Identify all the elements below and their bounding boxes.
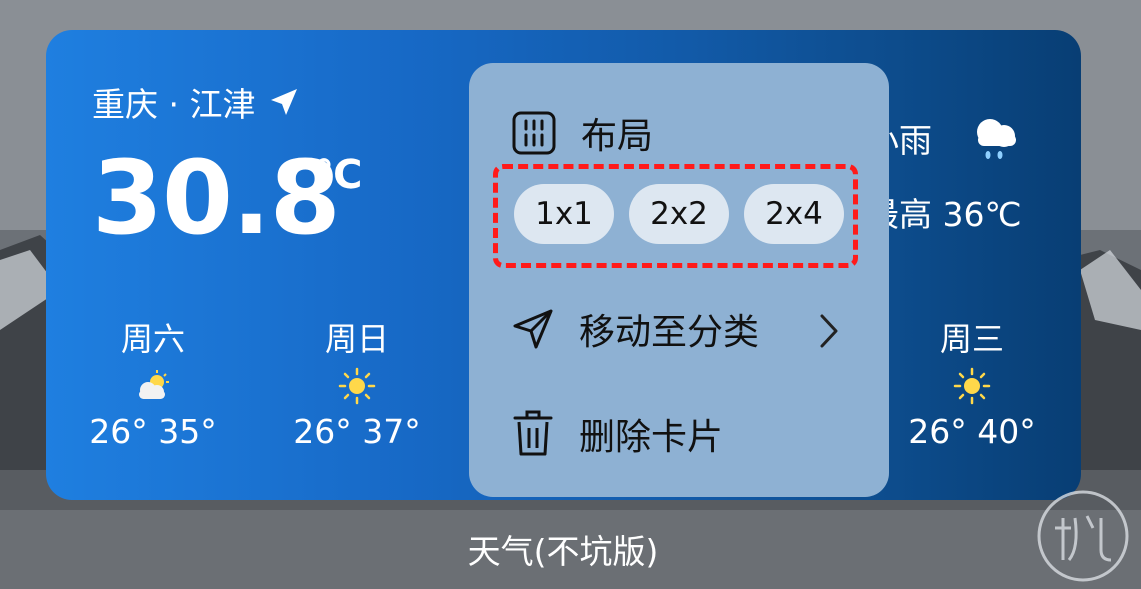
widget-name: 天气(不坑版) [467, 532, 659, 571]
delete-card-item[interactable]: 删除卡片 [511, 408, 723, 460]
chevron-right-icon [820, 314, 838, 348]
location: 重庆 · 江津 [92, 78, 299, 126]
partly-cloudy-icon [139, 370, 169, 399]
forecast-range: 26° 37° [293, 412, 421, 451]
layout-grid-icon [512, 111, 556, 155]
move-to-category-item[interactable]: 移动至分类 [511, 303, 759, 355]
forecast-day-name: 周三 [939, 320, 1004, 358]
forecast-day: 周三 26° 40° [887, 314, 1057, 451]
sun-icon [953, 367, 991, 405]
sun-icon [338, 367, 376, 405]
navigation-arrow-icon [271, 89, 298, 115]
forecast-range: 26° 40° [908, 412, 1036, 451]
watermark-logo-icon [1037, 490, 1129, 582]
layout-label: 布局 [581, 116, 654, 157]
forecast-day-name: 周日 [324, 320, 389, 358]
size-2x4-button[interactable]: 2x4 [744, 184, 844, 244]
context-menu: 布局 1x1 2x2 2x4 移动至分类 删除卡片 [469, 63, 889, 497]
forecast-day: 周日 26° 37° [272, 314, 442, 451]
current-temperature: 30.8 [92, 139, 341, 258]
temperature-unit: ℃ [314, 152, 363, 198]
trash-icon [513, 410, 553, 456]
forecast-day: 周六 26° 35° [68, 314, 238, 451]
forecast-range: 26° 35° [89, 412, 217, 451]
forecast-day-name: 周六 [120, 320, 185, 358]
layout-header: 布局 [511, 107, 653, 159]
send-arrow-icon [513, 309, 553, 349]
size-1x1-button[interactable]: 1x1 [514, 184, 614, 244]
rain-cloud-icon [977, 119, 1016, 159]
move-to-category-label: 移动至分类 [579, 312, 760, 353]
high-temperature: 最高 36℃ [866, 195, 1022, 234]
delete-card-label: 删除卡片 [579, 417, 724, 458]
size-2x2-button[interactable]: 2x2 [629, 184, 729, 244]
location-text: 重庆 · 江津 [92, 85, 256, 124]
